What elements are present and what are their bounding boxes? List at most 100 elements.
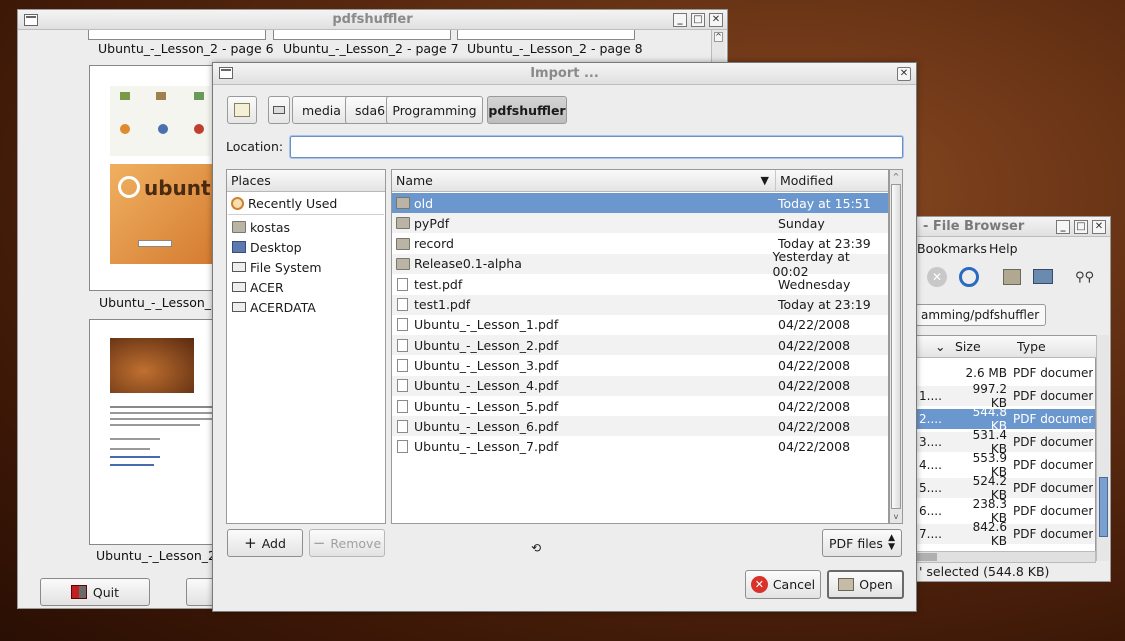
file-name: test1.pdf bbox=[414, 297, 471, 312]
file-filter-select[interactable]: PDF files ▲ ▼ bbox=[822, 529, 902, 557]
refresh-icon[interactable] bbox=[959, 267, 979, 287]
page-thumbnail[interactable] bbox=[457, 30, 635, 40]
file-name: Ubuntu_-_Lesson_6.pdf bbox=[414, 418, 559, 434]
file-row[interactable]: Ubuntu_-_Lesson_1.pdf 04/22/2008 bbox=[392, 315, 888, 335]
file-row[interactable]: old Today at 15:51 bbox=[392, 193, 888, 213]
folder-icon bbox=[396, 197, 410, 209]
path-button-programming[interactable]: Programming bbox=[386, 96, 483, 124]
remove-button[interactable]: − Remove bbox=[309, 529, 385, 557]
search-icon[interactable]: ⚲⚲ bbox=[1075, 270, 1095, 285]
document-icon bbox=[397, 440, 408, 454]
file-browser-row[interactable]: 6.... 238.3 KB PDF documer bbox=[915, 497, 1095, 525]
place-acer[interactable]: ACER bbox=[228, 277, 284, 297]
file-browser-row[interactable]: 1.... 997.2 KB PDF documer bbox=[915, 382, 1095, 410]
page-thumbnail[interactable] bbox=[88, 30, 266, 40]
file-row[interactable]: Ubuntu_-_Lesson_7.pdf 04/22/2008 bbox=[392, 437, 888, 457]
path-button-pdfshuffler[interactable]: pdfshuffler bbox=[487, 96, 567, 124]
page-thumbnail[interactable] bbox=[273, 30, 451, 40]
file-type: PDF documer bbox=[1013, 481, 1093, 495]
busy-cursor-icon: ⟲ bbox=[531, 541, 542, 555]
file-row[interactable]: test.pdf Wednesday bbox=[392, 274, 888, 294]
place-acerdata[interactable]: ACERDATA bbox=[228, 297, 316, 317]
file-browser-row[interactable]: 5.... 524.2 KB PDF documer bbox=[915, 474, 1095, 502]
file-modified: Today at 15:51 bbox=[778, 195, 871, 211]
document-icon bbox=[397, 338, 408, 352]
place-desktop[interactable]: Desktop bbox=[228, 237, 302, 257]
name-column-header[interactable]: ⌄ bbox=[915, 336, 951, 358]
place-file-system[interactable]: File System bbox=[228, 257, 322, 277]
page-label: Ubuntu_-_Lesson_2 - page 7 bbox=[283, 41, 459, 56]
path-root-button[interactable] bbox=[268, 96, 290, 124]
minimize-icon[interactable]: _ bbox=[673, 13, 687, 27]
import-dialog: Import ... ✕ media sda6 Programming pdfs… bbox=[212, 62, 917, 612]
type-column-header[interactable]: Type bbox=[1013, 336, 1097, 358]
file-browser-scrollbar[interactable] bbox=[1096, 335, 1109, 561]
file-browser-row[interactable]: 2.... 544.8 KB PDF documer bbox=[915, 405, 1095, 433]
file-row[interactable]: Ubuntu_-_Lesson_3.pdf 04/22/2008 bbox=[392, 355, 888, 375]
file-browser-row[interactable]: 2.6 MB PDF documer bbox=[915, 363, 1095, 383]
file-name: Ubuntu_-_Lesson_1.pdf bbox=[414, 317, 559, 333]
document-icon bbox=[397, 379, 408, 393]
file-row[interactable]: Ubuntu_-_Lesson_2.pdf 04/22/2008 bbox=[392, 335, 888, 356]
file-browser-titlebar[interactable]: - File Browser _ □ ✕ bbox=[911, 217, 1110, 237]
computer-icon[interactable] bbox=[1033, 269, 1053, 284]
page-thumbnail[interactable]: ubuntu bbox=[89, 65, 225, 291]
thumbnail-image bbox=[110, 338, 194, 393]
file-type: PDF documer bbox=[1013, 435, 1093, 449]
file-name: pyPdf bbox=[414, 215, 450, 231]
window-menu-icon[interactable] bbox=[24, 14, 38, 26]
file-list-scrollbar[interactable]: ^ v bbox=[889, 169, 903, 524]
cancel-icon: ✕ bbox=[750, 576, 768, 593]
maximize-icon[interactable]: □ bbox=[691, 13, 705, 27]
location-input[interactable] bbox=[289, 135, 904, 159]
stop-icon[interactable]: ✕ bbox=[927, 267, 947, 287]
file-browser-row[interactable]: 3.... 531.4 KB PDF documer bbox=[915, 428, 1095, 456]
plus-icon: + bbox=[244, 533, 257, 552]
file-name: 4.... bbox=[919, 458, 942, 472]
pdfshuffler-titlebar[interactable]: pdfshuffler _ □ ✕ bbox=[18, 10, 727, 30]
horizontal-scrollbar[interactable] bbox=[914, 551, 1096, 563]
cancel-button[interactable]: ✕ Cancel bbox=[745, 570, 821, 599]
file-browser-list: ⌄ Size Type 2.6 MB PDF documer 1.... 997.2 … bbox=[914, 335, 1097, 561]
menu-help[interactable]: Help bbox=[989, 241, 1018, 256]
close-icon[interactable]: ✕ bbox=[709, 13, 723, 27]
close-icon[interactable]: ✕ bbox=[897, 67, 911, 81]
home-folder-icon bbox=[232, 221, 246, 233]
place-kostas[interactable]: kostas bbox=[228, 217, 290, 237]
file-name: Ubuntu_-_Lesson_3.pdf bbox=[414, 357, 559, 373]
file-name: Ubuntu_-_Lesson_5.pdf bbox=[414, 398, 559, 414]
add-button[interactable]: + Add bbox=[227, 529, 303, 557]
maximize-icon[interactable]: □ bbox=[1074, 220, 1088, 234]
type-location-toggle[interactable] bbox=[227, 96, 257, 124]
modified-column-header[interactable]: Modified bbox=[775, 170, 888, 192]
document-icon bbox=[397, 318, 408, 332]
location-button[interactable]: amming/pdfshuffler bbox=[914, 304, 1047, 326]
file-row[interactable]: Release0.1-alpha Yesterday at 00:02 bbox=[392, 249, 888, 279]
file-row[interactable]: Ubuntu_-_Lesson_5.pdf 04/22/2008 bbox=[392, 396, 888, 416]
page-thumbnail[interactable] bbox=[89, 319, 217, 545]
open-button[interactable]: Open bbox=[827, 570, 904, 599]
name-column-header[interactable]: Name ▼ bbox=[392, 170, 775, 192]
close-icon[interactable]: ✕ bbox=[1092, 220, 1106, 234]
home-icon[interactable] bbox=[1003, 269, 1021, 285]
quit-label: Quit bbox=[92, 584, 120, 600]
import-dialog-titlebar[interactable]: Import ... ✕ bbox=[213, 63, 916, 85]
minimize-icon[interactable]: _ bbox=[1056, 220, 1070, 234]
path-button-media[interactable]: media bbox=[292, 96, 351, 124]
size-column-header[interactable]: Size bbox=[951, 336, 1013, 358]
file-browser-row[interactable]: 4.... 553.9 KB PDF documer bbox=[915, 451, 1095, 479]
file-modified: 04/22/2008 bbox=[778, 357, 851, 373]
window-menu-icon[interactable] bbox=[219, 67, 233, 79]
place-recently-used[interactable]: Recently Used bbox=[228, 193, 337, 213]
file-row[interactable]: Ubuntu_-_Lesson_4.pdf 04/22/2008 bbox=[392, 375, 888, 396]
file-modified: 04/22/2008 bbox=[778, 439, 851, 455]
file-browser-title: - File Browser bbox=[923, 219, 1025, 234]
file-row[interactable]: Ubuntu_-_Lesson_6.pdf 04/22/2008 bbox=[392, 416, 888, 437]
file-row[interactable]: pyPdf Sunday bbox=[392, 213, 888, 234]
quit-button[interactable]: Quit bbox=[40, 578, 150, 606]
clock-icon bbox=[231, 196, 244, 210]
menu-bookmarks[interactable]: Bookmarks bbox=[917, 241, 987, 256]
file-browser-row[interactable]: 7.... 842.6 KB PDF documer bbox=[915, 520, 1095, 548]
file-row[interactable]: test1.pdf Today at 23:19 bbox=[392, 294, 888, 315]
dialog-title: Import ... bbox=[530, 66, 599, 81]
